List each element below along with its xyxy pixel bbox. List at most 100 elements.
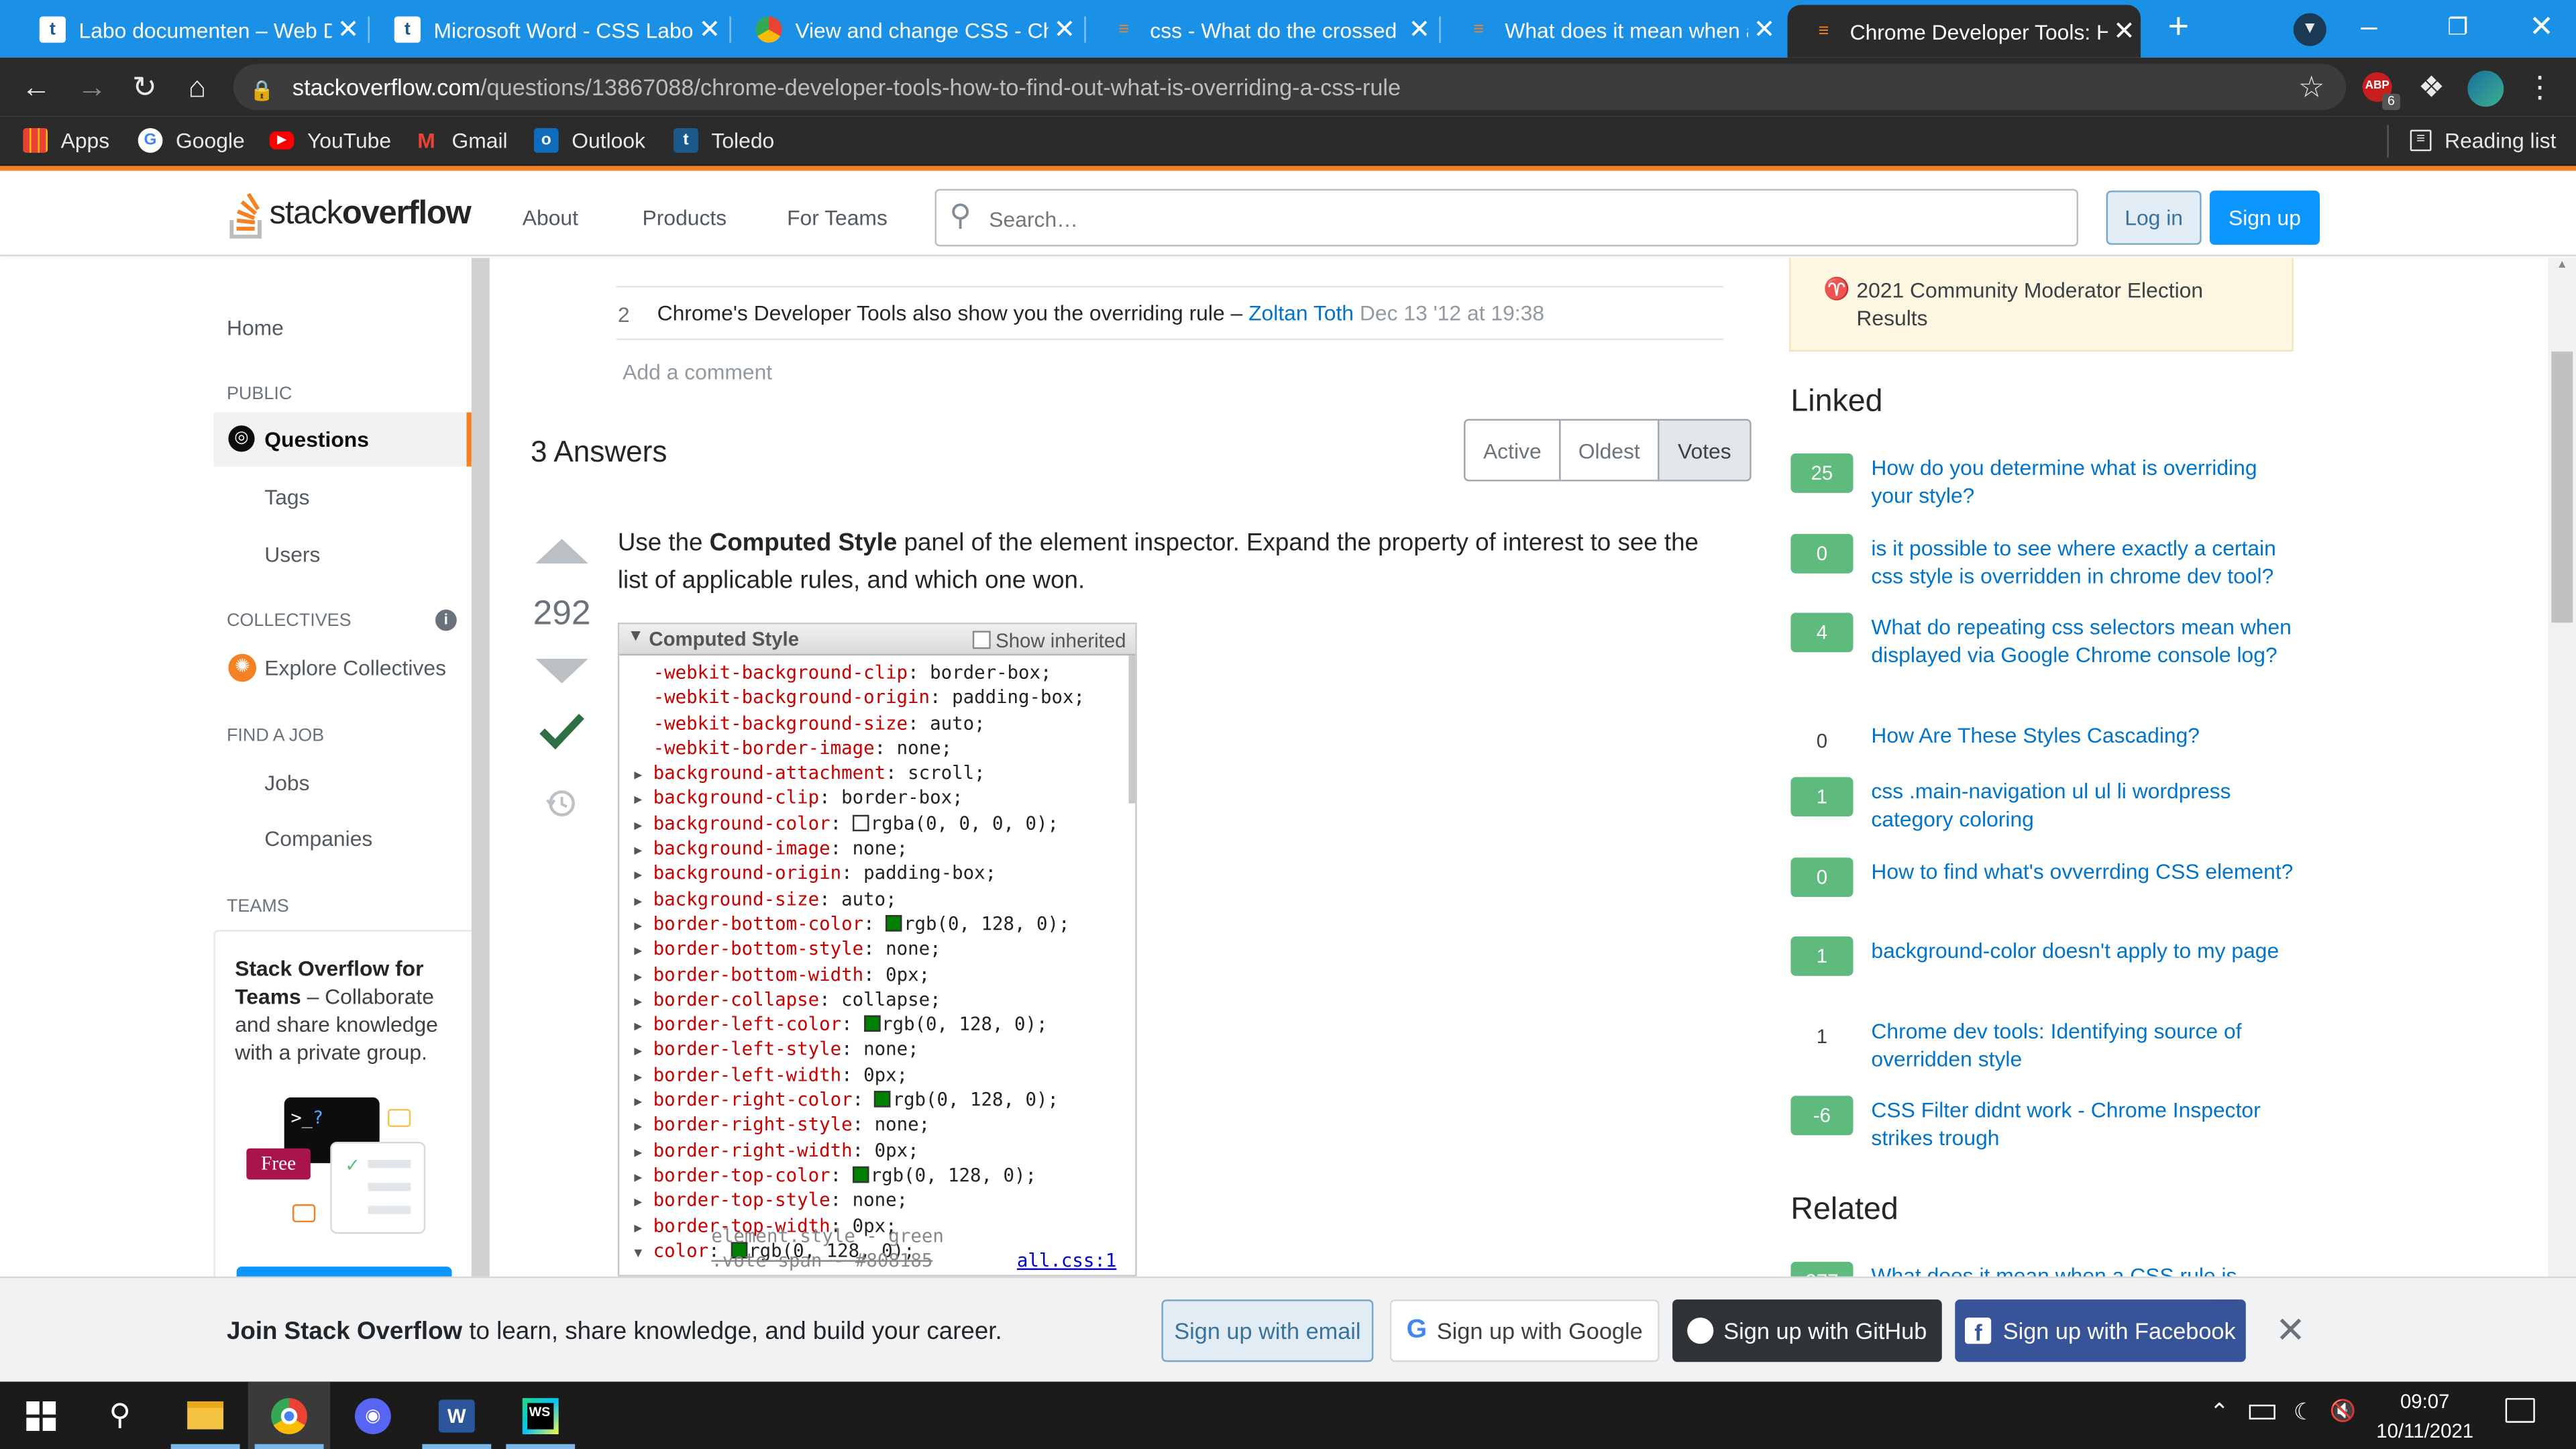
close-tab-icon[interactable]: ✕: [332, 13, 365, 46]
computed-style-property[interactable]: ▶ border-top-color: rgb(0, 128, 0);: [634, 1165, 1085, 1189]
browser-tab[interactable]: t Microsoft Word - CSS Labo ✕: [371, 5, 726, 54]
computed-style-property[interactable]: ▶ background-color: rgba(0, 0, 0, 0);: [634, 813, 1085, 838]
windows-start-icon[interactable]: [0, 1382, 82, 1449]
bookmark-apps[interactable]: Apps: [23, 128, 109, 153]
bookmark-star-icon[interactable]: ☆: [2295, 70, 2328, 103]
sort-active-tab[interactable]: Active: [1466, 420, 1561, 480]
computed-style-property[interactable]: ▶ border-top-style: none;: [634, 1190, 1085, 1215]
linked-question-link[interactable]: How to find what's ovverrding CSS elemen…: [1871, 857, 2302, 885]
nav-tags[interactable]: Tags: [264, 484, 309, 509]
close-window-button[interactable]: ✕: [2522, 10, 2561, 43]
url-text[interactable]: stackoverflow.com/questions/13867088/chr…: [292, 74, 1401, 100]
add-comment-link[interactable]: Add a comment: [623, 360, 772, 384]
nav-users[interactable]: Users: [264, 542, 320, 567]
close-tab-icon[interactable]: ✕: [1403, 13, 1436, 46]
restore-window-button[interactable]: ❐: [2438, 10, 2477, 43]
back-icon[interactable]: ←: [19, 70, 52, 103]
computed-style-property[interactable]: ▶ border-right-color: rgb(0, 128, 0);: [634, 1089, 1085, 1114]
linked-question-link[interactable]: Chrome dev tools: Identifying source of …: [1871, 1017, 2302, 1073]
sub-rule-source-link[interactable]: all.css:1: [1017, 1250, 1116, 1274]
signup-button[interactable]: Sign up: [2209, 191, 2320, 245]
signup-google-button[interactable]: G Sign up with Google: [1389, 1299, 1660, 1362]
forward-icon[interactable]: →: [76, 70, 109, 103]
search-box[interactable]: ⚲: [934, 189, 2078, 247]
chrome-icon[interactable]: [248, 1381, 331, 1449]
computed-style-property[interactable]: ▶ border-bottom-style: none;: [634, 938, 1085, 963]
nav-for-teams[interactable]: For Teams: [787, 205, 888, 230]
linked-question-link[interactable]: background-color doesn't apply to my pag…: [1871, 936, 2302, 965]
computed-style-property[interactable]: ▶ border-bottom-width: 0px;: [634, 963, 1085, 988]
computed-style-property[interactable]: ▶ background-image: none;: [634, 838, 1085, 863]
clock-time[interactable]: 09:07: [2372, 1390, 2477, 1413]
wifi-icon[interactable]: ☾: [2294, 1398, 2314, 1426]
login-button[interactable]: Log in: [2106, 191, 2202, 245]
computed-style-property[interactable]: ▶ border-right-style: none;: [634, 1114, 1085, 1139]
linked-question-link[interactable]: is it possible to see where exactly a ce…: [1871, 534, 2302, 590]
notifications-icon[interactable]: [2505, 1398, 2535, 1423]
tab-search-icon[interactable]: ▼: [2293, 13, 2326, 46]
close-tab-icon[interactable]: ✕: [1748, 13, 1781, 46]
nav-explore-collectives[interactable]: Explore Collectives: [264, 655, 446, 680]
signup-email-button[interactable]: Sign up with email: [1161, 1299, 1374, 1362]
battery-icon[interactable]: [2249, 1404, 2275, 1419]
computed-style-property[interactable]: ▶ border-left-color: rgb(0, 128, 0);: [634, 1014, 1085, 1038]
profile-avatar[interactable]: [2467, 70, 2504, 107]
extensions-puzzle-icon[interactable]: ❖: [2415, 70, 2448, 103]
nav-products[interactable]: Products: [643, 205, 727, 230]
clock-date[interactable]: 10/11/2021: [2366, 1419, 2484, 1442]
close-banner-icon[interactable]: ✕: [2275, 1309, 2306, 1352]
computed-style-property[interactable]: ▶ background-attachment: scroll;: [634, 763, 1085, 788]
computed-style-property[interactable]: ▶ background-clip: border-box;: [634, 788, 1085, 812]
linked-question-link[interactable]: How do you determine what is overriding …: [1871, 453, 2302, 509]
bookmark-gmail[interactable]: M Gmail: [414, 128, 507, 153]
scroll-up-arrow[interactable]: ▲: [2551, 260, 2573, 276]
close-tab-icon[interactable]: ✕: [2108, 15, 2141, 48]
bookmark-toledo[interactable]: t Toledo: [674, 128, 774, 153]
computed-style-property[interactable]: ▶ background-size: auto;: [634, 888, 1085, 913]
nav-about[interactable]: About: [523, 205, 578, 230]
show-hidden-icons-chevron[interactable]: ⌃: [2210, 1398, 2229, 1426]
show-inherited-checkbox[interactable]: [972, 631, 991, 649]
webstorm-icon[interactable]: WS: [499, 1382, 581, 1449]
browser-menu-icon[interactable]: ⋮: [2524, 70, 2557, 103]
signup-facebook-button[interactable]: f Sign up with Facebook: [1955, 1299, 2246, 1362]
downvote-arrow-icon[interactable]: [534, 657, 590, 686]
close-tab-icon[interactable]: ✕: [693, 13, 726, 46]
close-tab-icon[interactable]: ✕: [1048, 13, 1081, 46]
browser-tab[interactable]: ≡ css - What do the crossed s ✕: [1087, 5, 1436, 54]
reload-icon[interactable]: ↻: [128, 70, 161, 103]
linked-question-link[interactable]: What do repeating css selectors mean whe…: [1871, 612, 2302, 668]
lock-icon[interactable]: 🔒: [250, 74, 274, 107]
scrollbar-thumb[interactable]: [2551, 352, 2573, 623]
computed-style-property[interactable]: ▶ border-right-width: 0px;: [634, 1140, 1085, 1165]
info-icon[interactable]: i: [435, 609, 457, 631]
browser-tab[interactable]: ≡ What does it mean when a ✕: [1442, 5, 1780, 54]
linked-question-link[interactable]: CSS Filter didnt work - Chrome Inspector…: [1871, 1095, 2302, 1151]
computed-style-property[interactable]: ▶ border-bottom-color: rgb(0, 128, 0);: [634, 914, 1085, 938]
computed-style-property[interactable]: ▶ background-origin: padding-box;: [634, 863, 1085, 888]
minimize-window-button[interactable]: –: [2349, 10, 2389, 43]
search-input[interactable]: [989, 202, 2041, 235]
browser-tab[interactable]: t Labo documenten – Web D ✕: [16, 5, 364, 54]
taskbar-search-icon[interactable]: ⚲: [79, 1382, 161, 1449]
nav-jobs[interactable]: Jobs: [264, 771, 309, 796]
election-link[interactable]: 2021 Community Moderator Election Result…: [1856, 276, 2251, 331]
browser-tab[interactable]: ≡ Chrome Developer Tools: Ho ✕: [1787, 5, 2141, 58]
new-tab-button[interactable]: +: [2159, 7, 2198, 44]
sort-votes-tab[interactable]: Votes: [1659, 420, 1750, 480]
bookmark-youtube[interactable]: ▶ YouTube: [269, 128, 391, 153]
comment-author-link[interactable]: Zoltan Toth: [1248, 301, 1354, 325]
so-logo[interactable]: stackoverflow: [227, 186, 472, 241]
home-icon[interactable]: ⌂: [180, 70, 213, 103]
reading-list-button[interactable]: ≡ Reading list: [2410, 128, 2556, 153]
computed-style-property[interactable]: ▶ border-left-style: none;: [634, 1039, 1085, 1064]
bookmark-outlook[interactable]: o Outlook: [533, 128, 645, 153]
sort-oldest-tab[interactable]: Oldest: [1561, 420, 1660, 480]
history-icon[interactable]: [545, 789, 577, 818]
computed-style-property[interactable]: ▶ border-left-width: 0px;: [634, 1064, 1085, 1089]
signup-github-button[interactable]: Sign up with GitHub: [1672, 1299, 1942, 1362]
volume-muted-icon[interactable]: 🔇: [2330, 1398, 2357, 1424]
computed-style-property[interactable]: ▶ border-collapse: collapse;: [634, 989, 1085, 1014]
upvote-arrow-icon[interactable]: [534, 537, 590, 566]
file-explorer-icon[interactable]: [164, 1382, 246, 1449]
